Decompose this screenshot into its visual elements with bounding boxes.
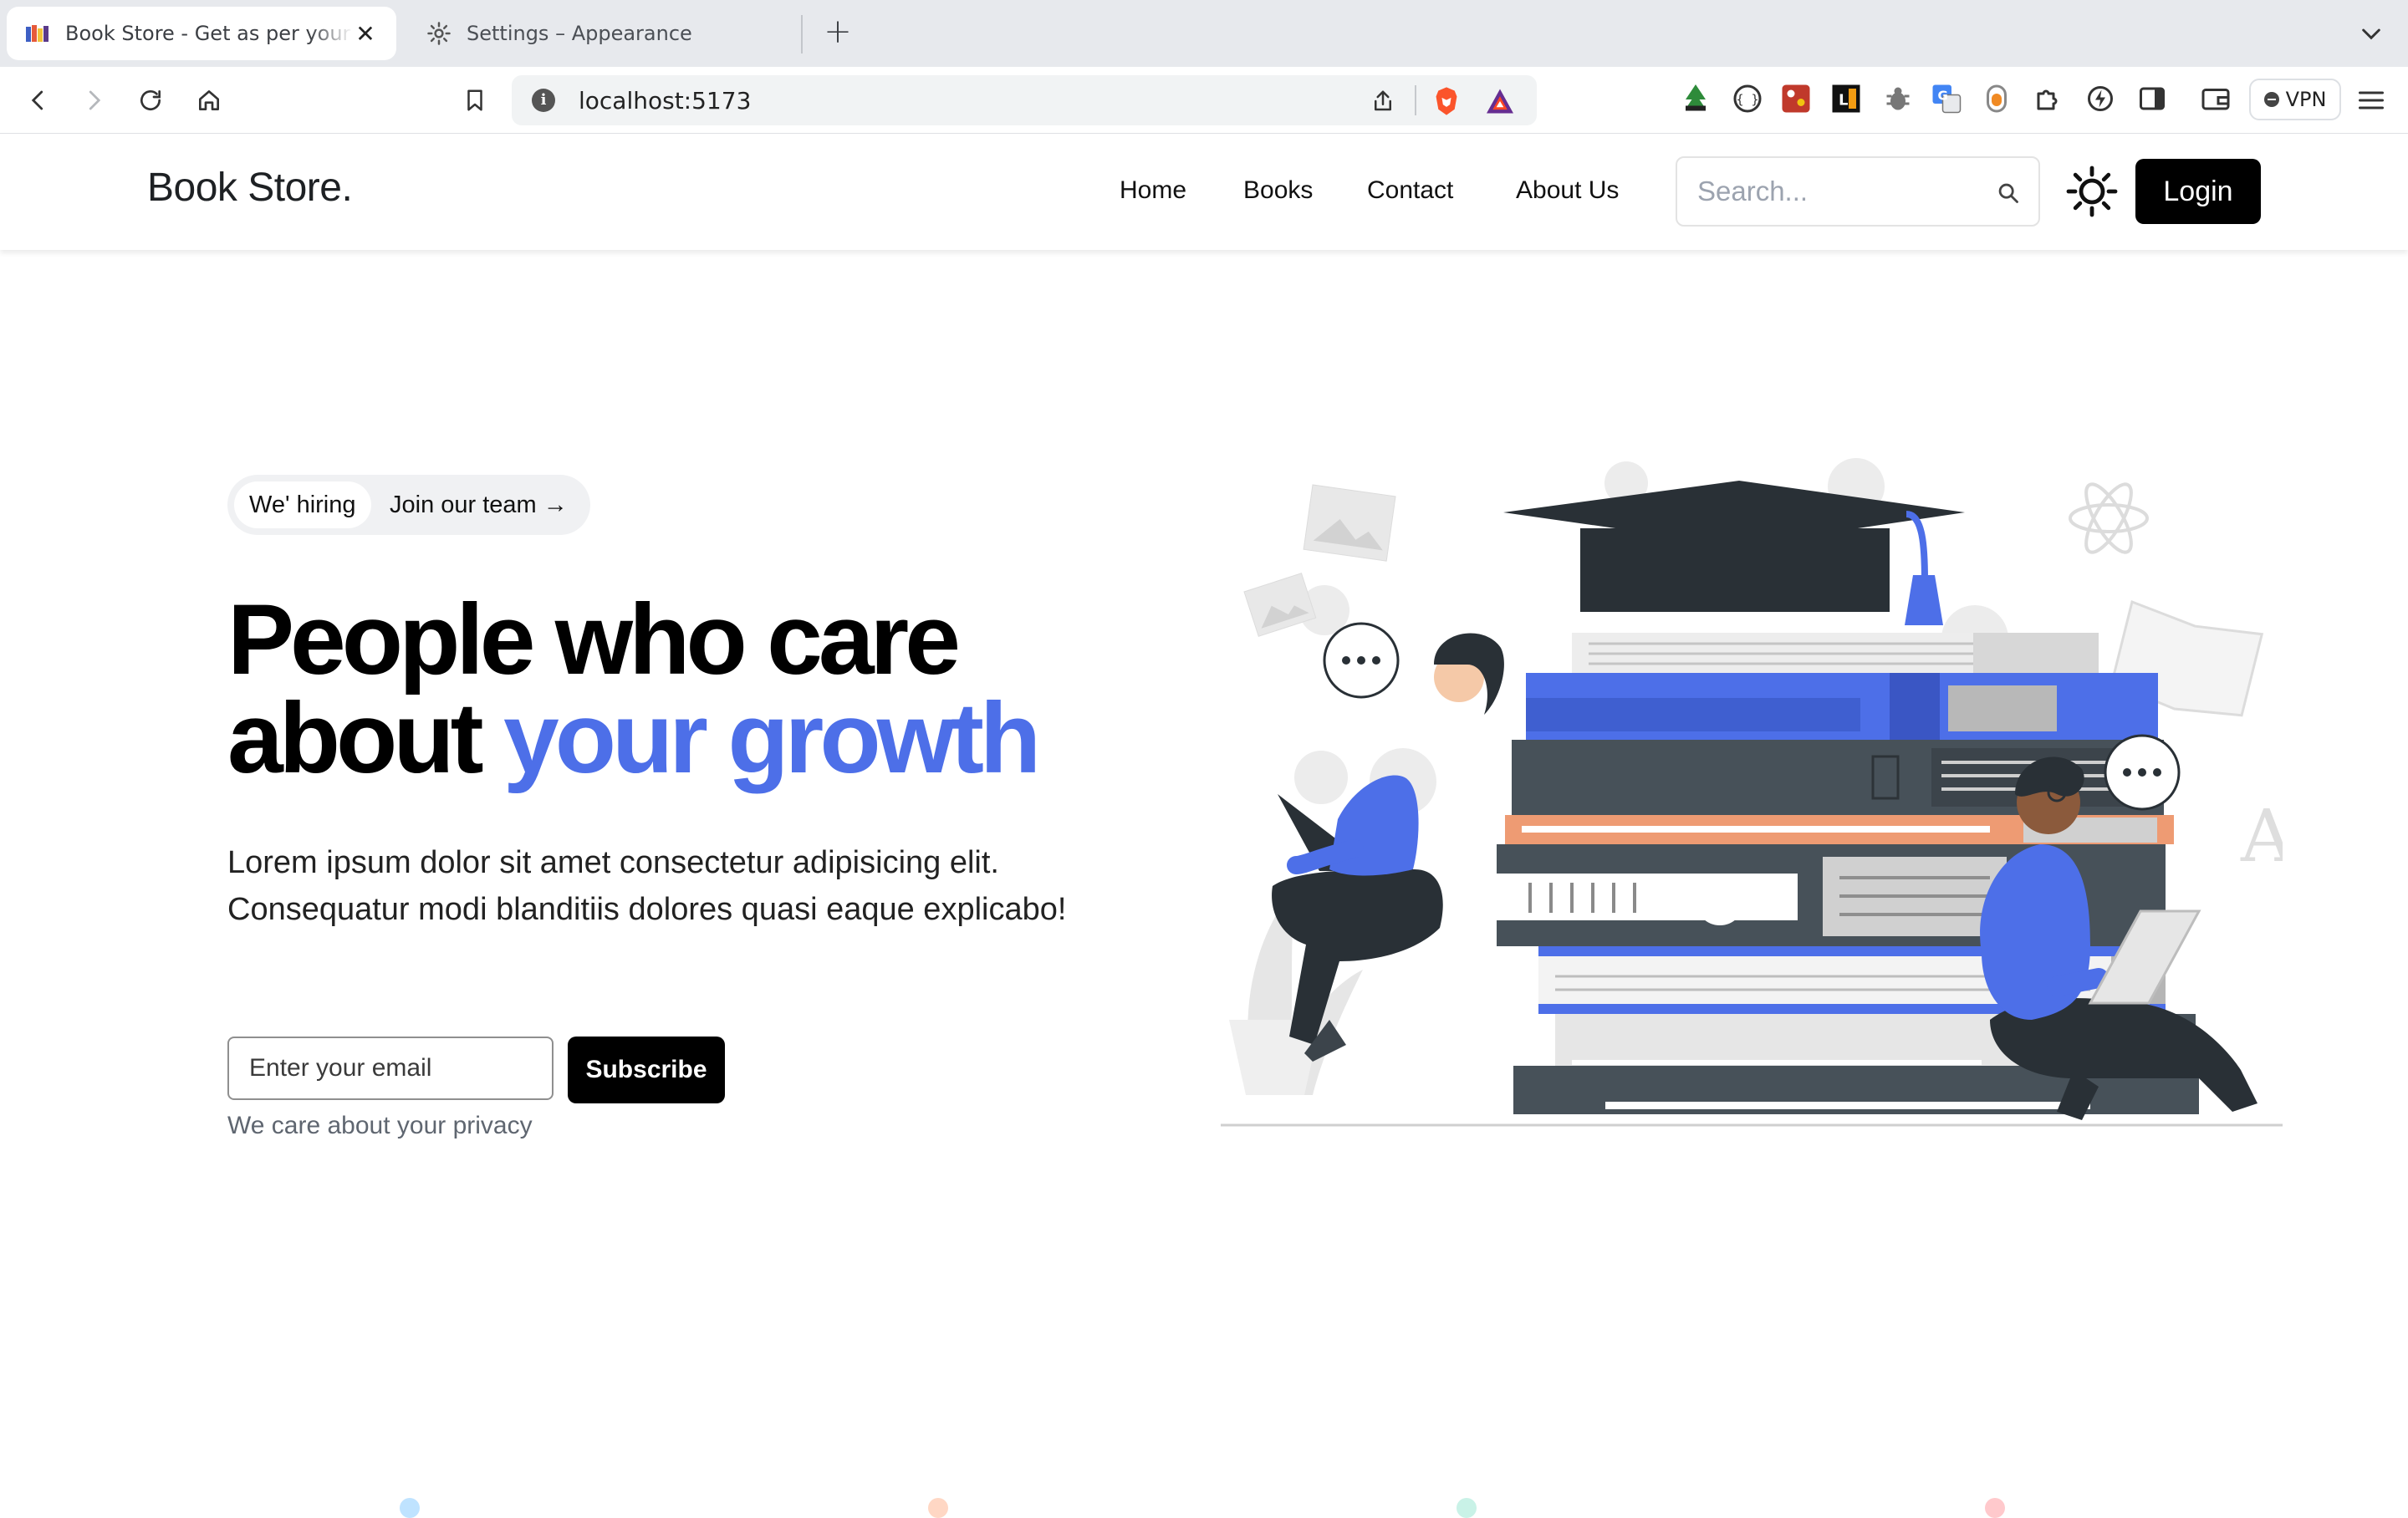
- close-tab-icon[interactable]: ✕: [353, 20, 378, 48]
- hiring-badge: We' hiring: [234, 481, 371, 528]
- education-books-illustration: A: [1221, 458, 2283, 1127]
- headline-line-1: People who care: [227, 583, 961, 695]
- vpn-label: VPN: [2285, 88, 2327, 111]
- home-icon: [199, 90, 219, 110]
- vpn-button[interactable]: VPN: [2249, 79, 2341, 120]
- feature-icon-peek: [1457, 1498, 1477, 1518]
- brand-logo[interactable]: Book Store.: [147, 165, 353, 211]
- gradient-icon[interactable]: [1982, 84, 2012, 114]
- address-text: localhost:5173: [579, 87, 752, 115]
- lighthouse-icon[interactable]: L: [1831, 84, 1861, 114]
- letter-a-decoration: A: [2240, 795, 2283, 879]
- photo-frame-icon: [1303, 484, 1396, 562]
- extensions-icon[interactable]: [2033, 84, 2064, 114]
- address-bar[interactable]: i localhost:5173: [512, 75, 1537, 125]
- json-viewer-icon[interactable]: { }: [1732, 84, 1763, 114]
- html-validator-icon[interactable]: [1681, 82, 1711, 112]
- brave-rewards-button[interactable]: [1485, 87, 1515, 115]
- share-button[interactable]: [1368, 87, 1398, 115]
- back-button[interactable]: [20, 82, 57, 119]
- photo-frame-icon: [1243, 573, 1317, 637]
- svg-text:L: L: [1839, 92, 1848, 110]
- arrow-left-icon: [31, 90, 43, 110]
- privacy-note: We care about your privacy: [227, 1112, 533, 1139]
- omnibox-divider: [1415, 85, 1416, 115]
- book-store-favicon-icon: [26, 25, 48, 42]
- search-input[interactable]: [1697, 175, 1982, 208]
- nav-about-us[interactable]: About Us: [1516, 176, 1619, 205]
- nav-home[interactable]: Home: [1120, 176, 1186, 205]
- headline-accent: your growth: [503, 682, 1041, 794]
- sun-theme-toggle-icon[interactable]: [2065, 165, 2119, 218]
- search-icon[interactable]: [1997, 181, 2020, 205]
- join-team-link[interactable]: Join our team →: [390, 475, 568, 535]
- email-field[interactable]: [227, 1037, 554, 1100]
- chevron-down-icon[interactable]: [2358, 20, 2385, 47]
- site-header: Book Store. Home Books Contact About Us …: [0, 135, 2408, 250]
- graduation-cap: [1503, 481, 1965, 625]
- atom-icon: [2069, 482, 2149, 554]
- student-woman-laptop: [1272, 622, 1504, 1062]
- tab-book-store[interactable]: Book Store - Get as per your need ✕: [7, 7, 396, 60]
- tab-strip: Book Store - Get as per your need ✕ Sett…: [0, 0, 2408, 67]
- bookmark-button[interactable]: [457, 82, 493, 119]
- browser-toolbar: i localhost:5173 { } L G VPN: [0, 67, 2408, 134]
- sidebar-icon[interactable]: [2137, 84, 2167, 114]
- tab-settings[interactable]: Settings – Appearance: [416, 7, 794, 60]
- brave-lion-icon: [1436, 87, 1457, 115]
- tab-title: Book Store - Get as per your need: [65, 22, 353, 45]
- rewards-triangle-icon: [1487, 89, 1513, 114]
- feature-icon-peek: [928, 1498, 948, 1518]
- site-info-icon[interactable]: i: [532, 89, 555, 112]
- share-icon: [1375, 90, 1391, 111]
- search-box: [1676, 156, 2040, 227]
- bookmark-icon: [467, 89, 482, 111]
- svg-text:{ }: { }: [1736, 92, 1758, 107]
- forward-button[interactable]: [75, 82, 112, 119]
- arrow-right-icon: [89, 90, 101, 110]
- reload-icon: [140, 90, 161, 110]
- feature-icon-peek: [400, 1498, 420, 1518]
- feature-icon-peek: [1985, 1498, 2005, 1518]
- vpn-status-icon: [2263, 92, 2279, 107]
- hiring-pill[interactable]: We' hiring Join our team →: [227, 475, 590, 535]
- performance-icon[interactable]: [2085, 84, 2115, 114]
- headline-line-2-plain: about: [227, 682, 503, 794]
- login-button[interactable]: Login: [2135, 159, 2261, 224]
- nav-contact[interactable]: Contact: [1367, 176, 1453, 205]
- translate-icon[interactable]: G: [1931, 84, 1962, 114]
- nav-books[interactable]: Books: [1243, 176, 1313, 205]
- hamburger-menu-icon[interactable]: [2356, 85, 2386, 115]
- brave-shields-button[interactable]: [1431, 87, 1462, 115]
- bug-icon[interactable]: [1883, 84, 1913, 114]
- gear-icon: [427, 22, 451, 45]
- hero-headline: People who care about your growth: [227, 589, 1041, 788]
- wallet-icon[interactable]: [2201, 84, 2231, 114]
- color-picker-icon[interactable]: [1781, 84, 1811, 114]
- home-button[interactable]: [191, 82, 227, 119]
- tab-title: Settings – Appearance: [467, 22, 692, 45]
- reload-button[interactable]: [132, 82, 169, 119]
- tab-divider: [801, 15, 803, 53]
- new-tab-button[interactable]: +: [819, 15, 856, 52]
- subscribe-button[interactable]: Subscribe: [568, 1037, 725, 1103]
- svg-text:G: G: [1938, 89, 1948, 104]
- hero-description: Lorem ipsum dolor sit amet consectetur a…: [227, 845, 1067, 927]
